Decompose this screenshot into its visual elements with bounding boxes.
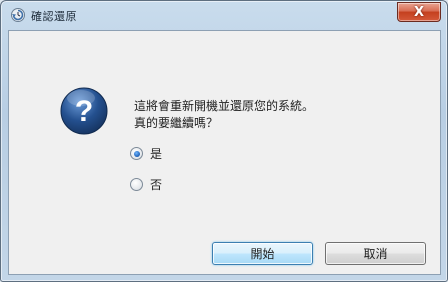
radio-no[interactable] — [130, 178, 143, 191]
window-title: 確認還原 — [31, 10, 77, 23]
message-line-2: 真的要繼續嗎？ — [134, 116, 219, 130]
radio-yes[interactable] — [130, 147, 143, 160]
option-yes-label[interactable]: 是 — [150, 145, 162, 162]
start-button-label: 開始 — [250, 247, 275, 261]
close-button[interactable]: X — [397, 2, 441, 22]
message-text: 這將會重新開機並還原您的系統。 真的要繼續嗎？ — [134, 98, 314, 132]
dialog-body: ? 這將會重新開機並還原您的系統。 真的要繼續嗎？ 是 否 開始 取消 — [8, 30, 441, 275]
svg-text:?: ? — [75, 95, 93, 128]
option-no-label[interactable]: 否 — [150, 176, 162, 193]
message-line-1: 這將會重新開機並還原您的系統。 — [134, 99, 315, 113]
question-icon: ? — [60, 87, 108, 135]
close-icon: X — [413, 4, 425, 20]
option-no[interactable]: 否 — [130, 176, 162, 193]
title-bar[interactable]: 確認還原 X — [1, 1, 447, 29]
cancel-button[interactable]: 取消 — [325, 242, 426, 265]
cancel-button-label: 取消 — [363, 247, 388, 261]
dialog-window: 確認還原 X ? 這將會重新開機並還原您的系統。 真的要繼續嗎？ 是 否 開始 … — [0, 0, 448, 282]
option-yes[interactable]: 是 — [130, 145, 162, 162]
start-button[interactable]: 開始 — [212, 242, 313, 265]
system-restore-icon — [11, 8, 25, 22]
